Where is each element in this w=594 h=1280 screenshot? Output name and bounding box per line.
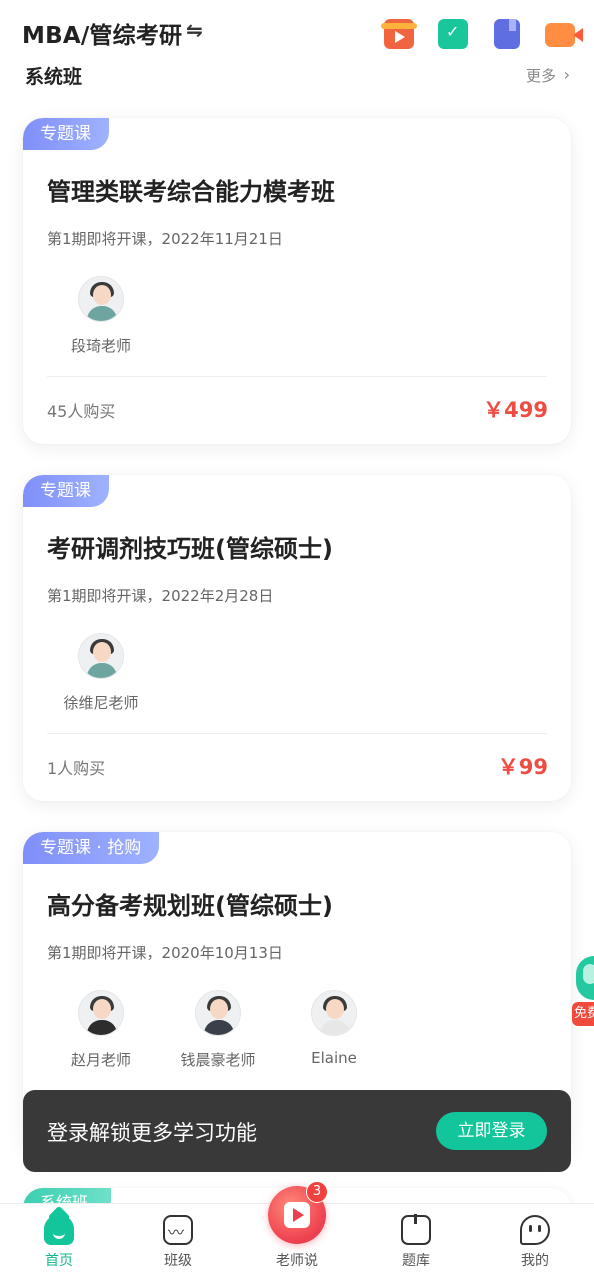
exam-category-title[interactable]: MBA/管综考研 (22, 16, 182, 50)
teacher-name: Elaine (311, 1049, 357, 1067)
notebook-icon[interactable] (494, 19, 520, 49)
chevron-right-icon[interactable]: › (564, 65, 570, 84)
teacher-avatar (78, 990, 124, 1036)
nav-label: 我的 (521, 1253, 549, 1269)
course-tag: 专题课 (23, 475, 109, 507)
teacher-name: 赵月老师 (70, 1051, 131, 1069)
profile-icon (520, 1215, 550, 1245)
notification-badge: 3 (306, 1181, 328, 1203)
course-card[interactable]: 专题课 考研调剂技巧班(管综硕士) 第1期即将开课，2022年2月28日 徐维尼… (23, 475, 571, 801)
nav-home[interactable]: 首页 (0, 1204, 118, 1280)
chat-bubble-icon[interactable] (576, 956, 594, 1000)
checkin-icon[interactable] (435, 16, 468, 49)
teacher: 徐维尼老师 (51, 633, 151, 713)
teacher-avatar (78, 276, 124, 322)
question-bank-icon (401, 1214, 431, 1245)
more-link[interactable]: 更多 (526, 65, 556, 86)
teacher-name: 钱晨豪老师 (180, 1051, 256, 1069)
course-start-date: 第1期即将开课，2022年11月21日 (47, 230, 283, 248)
teacher-avatar (195, 990, 241, 1036)
course-start-date: 第1期即将开课，2020年10月13日 (47, 944, 283, 962)
pulse-icon (163, 1215, 193, 1245)
login-button[interactable]: 立即登录 (436, 1112, 547, 1150)
nav-label: 题库 (402, 1253, 430, 1269)
nav-label: 老师说 (276, 1253, 318, 1269)
course-title: 管理类联考综合能力模考班 (47, 178, 335, 206)
course-tag: 专题课 · 抢购 (23, 832, 160, 864)
nav-class[interactable]: 班级 (119, 1204, 237, 1280)
course-title: 考研调剂技巧班(管综硕士) (47, 535, 333, 563)
teacher: 钱晨豪老师 (168, 990, 268, 1070)
switch-category-icon[interactable]: ⇋ (186, 18, 203, 42)
section-header: 系统班 更多 › (0, 62, 594, 96)
course-title: 高分备考规划班(管综硕士) (47, 892, 333, 920)
teacher: 赵月老师 (51, 990, 151, 1070)
teacher: 段琦老师 (51, 276, 151, 356)
login-prompt-text: 登录解锁更多学习功能 (47, 1121, 257, 1145)
home-icon (44, 1215, 74, 1245)
play-icon (293, 1208, 304, 1222)
course-card[interactable]: 专题课 管理类联考综合能力模考班 第1期即将开课，2022年11月21日 段琦老… (23, 118, 571, 444)
section-title: 系统班 (25, 66, 83, 88)
teacher-avatar (78, 633, 124, 679)
video-gift-icon[interactable] (381, 19, 417, 49)
course-price: ￥99 (497, 755, 548, 779)
nav-me[interactable]: 我的 (476, 1204, 594, 1280)
divider (47, 376, 547, 377)
teacher: Elaine (284, 990, 384, 1067)
nav-label: 班级 (164, 1253, 192, 1269)
teacher-name: 徐维尼老师 (63, 694, 139, 712)
floating-promo[interactable]: 免费 (572, 956, 594, 1028)
login-banner: 登录解锁更多学习功能 立即登录 (23, 1090, 571, 1172)
top-bar: MBA/管综考研 ⇋ (0, 0, 594, 62)
buyer-count: 1人购买 (47, 759, 106, 778)
course-start-date: 第1期即将开课，2022年2月28日 (47, 587, 274, 605)
course-price: ￥499 (483, 398, 548, 422)
free-label[interactable]: 免费 (572, 1002, 594, 1026)
nav-label: 首页 (45, 1253, 73, 1269)
divider (47, 733, 547, 734)
teacher-avatar (311, 990, 357, 1036)
course-tag: 专题课 (23, 118, 109, 150)
buyer-count: 45人购买 (47, 402, 116, 421)
live-camera-icon[interactable] (545, 23, 583, 47)
teacher-name: 段琦老师 (70, 337, 131, 355)
nav-question-bank[interactable]: 题库 (357, 1204, 475, 1280)
